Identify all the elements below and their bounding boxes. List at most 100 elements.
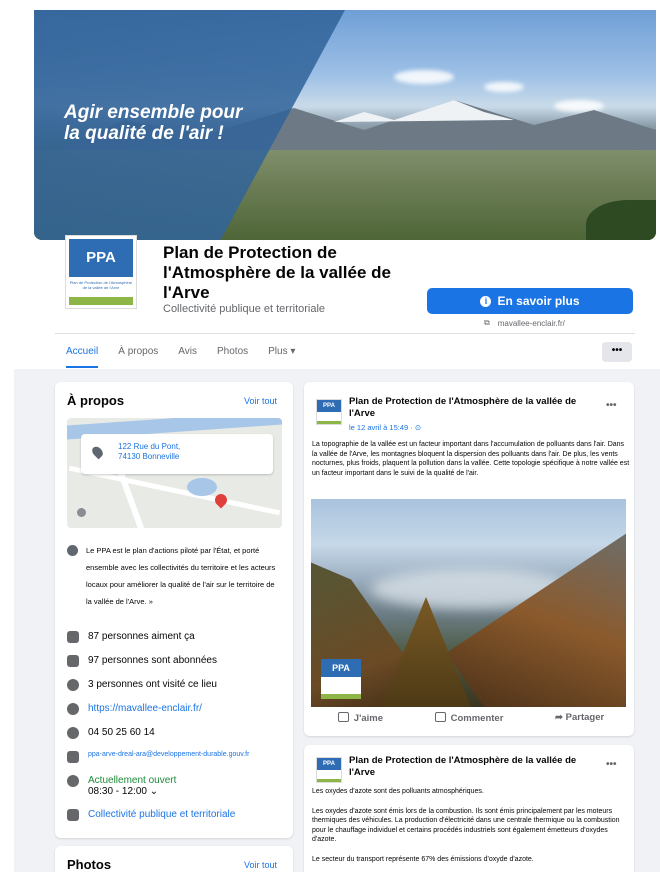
likes-count: 87 personnes aiment ça (88, 631, 195, 642)
clock-icon (67, 775, 79, 787)
page-category: Collectivité publique et territoriale (163, 303, 326, 315)
about-info-list: 87 personnes aiment ça 97 personnes sont… (67, 631, 287, 833)
checkins-count: 3 personnes ont visité ce lieu (88, 679, 217, 690)
post-options-icon[interactable]: ••• (606, 759, 617, 770)
comment-button[interactable]: Commenter (434, 712, 504, 724)
map-address: 122 Rue du Pont, 74130 Bonneville (118, 442, 180, 462)
website-link-label: mavallee-enclair.fr/ (497, 318, 565, 328)
cover-photo[interactable]: Agir ensemble pour la qualité de l'air ! (34, 10, 656, 240)
photos-card: Photos Voir tout (55, 846, 293, 872)
about-description-text: Le PPA est le plan d'actions piloté par … (86, 546, 276, 606)
map-address-card[interactable]: 122 Rue du Pont, 74130 Bonneville (81, 434, 273, 474)
logo-green-band (69, 297, 133, 305)
post-card: PPA Plan de Protection de l'Atmosphère d… (304, 745, 634, 872)
post-paragraph: Les oxydes d'azote sont émis lors de la … (312, 807, 620, 844)
category-link[interactable]: Collectivité publique et territoriale (88, 809, 235, 820)
avatar-green-band (317, 421, 341, 424)
page-title: Plan de Protection de l'Atmosphère de la… (163, 243, 391, 302)
post-avatar[interactable]: PPA (316, 757, 342, 783)
comment-label: Commenter (450, 713, 504, 724)
photos-see-all-link[interactable]: Voir tout (244, 860, 277, 870)
tab-accueil[interactable]: Accueil (66, 346, 99, 368)
post-text: Les oxydes d'azote sont des polluants at… (312, 787, 630, 872)
post-author[interactable]: Plan de Protection de l'Atmosphère de la… (349, 396, 594, 420)
share-button[interactable]: ➦ Partager (555, 712, 604, 724)
avatar-body (317, 412, 341, 421)
opening-hours-dropdown[interactable]: 08:30 - 12:00 ⌄ (88, 786, 158, 797)
like-label: J'aime (353, 713, 383, 724)
logo-abbr: PPA (69, 239, 133, 277)
address-line2: 74130 Bonneville (118, 452, 180, 461)
about-card: À propos Voir tout 122 Rue du Pont, 7413… (55, 382, 293, 838)
page-logo[interactable]: PPA Plan de Protection de l'Atmosphère d… (66, 236, 136, 308)
about-title: À propos (67, 393, 125, 408)
globe-icon (67, 703, 79, 715)
tab-avis[interactable]: Avis (178, 346, 197, 368)
post-actions: J'aime Commenter ➦ Partager (312, 712, 630, 724)
learn-more-button[interactable]: i En savoir plus (427, 288, 633, 314)
like-button[interactable]: J'aime (337, 712, 383, 724)
cover-slogan-line2: la qualité de l'air ! (64, 123, 224, 144)
website-url-link[interactable]: https://mavallee-enclair.fr/ (88, 703, 202, 714)
about-description: Le PPA est le plan d'actions piloté par … (67, 542, 279, 610)
about-see-all-link[interactable]: Voir tout (244, 396, 277, 406)
learn-more-label: En savoir plus (497, 294, 580, 308)
location-pin-icon (67, 679, 79, 691)
post-date[interactable]: le 12 avril à 15:49 · ⊙ (349, 423, 421, 432)
page-tabs: Accueil À propos Avis Photos Plus ▾ (66, 346, 315, 368)
hours-row: Actuellement ouvert 08:30 - 12:00 ⌄ (67, 775, 287, 809)
email-link[interactable]: ppa-arve-dreal-ara@developpement-durable… (88, 751, 249, 758)
external-link-icon: ⧉ (484, 318, 490, 327)
open-status: Actuellement ouvert (88, 775, 177, 786)
info-icon (67, 545, 78, 556)
image-logo-body (321, 677, 361, 694)
phone-number[interactable]: 04 50 25 60 14 (88, 727, 155, 738)
comment-icon (434, 712, 446, 722)
followers-count: 97 personnes sont abonnées (88, 655, 217, 666)
thumbs-up-icon (67, 631, 79, 643)
map-marker-icon (212, 491, 230, 509)
post-paragraph: Les oxydes d'azote sont des polluants at… (312, 788, 484, 795)
avatar-green-band (317, 779, 341, 782)
map-info-icon[interactable] (77, 508, 86, 517)
logo-subtitle: Plan de Protection de l'Atmosphère de la… (69, 277, 133, 297)
header-divider (55, 333, 635, 334)
image-ppa-logo: PPA (321, 659, 361, 699)
photos-title: Photos (67, 857, 112, 872)
cover-slogan-line1: Agir ensemble pour (64, 102, 243, 123)
tab-plus[interactable]: Plus ▾ (268, 346, 295, 368)
likes-row: 87 personnes aiment ça (67, 631, 287, 655)
checkins-row: 3 personnes ont visité ce lieu (67, 679, 287, 703)
category-icon (67, 809, 79, 821)
more-options-button[interactable]: ••• (602, 342, 632, 362)
image-logo-abbr: PPA (321, 659, 361, 677)
tab-a-propos[interactable]: À propos (118, 346, 158, 368)
location-map[interactable]: 122 Rue du Pont, 74130 Bonneville (67, 418, 282, 528)
phone-row: 04 50 25 60 14 (67, 727, 287, 751)
cover-cloud (394, 70, 454, 84)
image-logo-green-band (321, 694, 361, 699)
thumbs-up-icon (337, 712, 349, 722)
cover-slogan: Agir ensemble pour la qualité de l'air ! (64, 102, 242, 144)
tab-photos[interactable]: Photos (217, 346, 248, 368)
post-text: La topographie de la vallée est un facte… (312, 441, 630, 477)
category-row: Collectivité publique et territoriale (67, 809, 287, 833)
follow-icon (67, 655, 79, 667)
phone-icon (67, 727, 79, 739)
post-card: PPA Plan de Protection de l'Atmosphère d… (304, 382, 634, 736)
post-author[interactable]: Plan de Protection de l'Atmosphère de la… (349, 755, 594, 779)
post-paragraph: Le secteur du transport représente 67% d… (312, 855, 534, 863)
avatar-body (317, 770, 341, 779)
followers-row: 97 personnes sont abonnées (67, 655, 287, 679)
email-row: ppa-arve-dreal-ara@developpement-durable… (67, 751, 287, 775)
share-icon: ➦ (555, 712, 566, 723)
info-icon: i (480, 295, 492, 307)
post-avatar[interactable]: PPA (316, 399, 342, 425)
post-options-icon[interactable]: ••• (606, 400, 617, 411)
image-mountain-right (446, 527, 626, 707)
post-image[interactable]: PPA (311, 499, 626, 707)
avatar-abbr: PPA (317, 400, 341, 412)
location-pin-icon (90, 444, 105, 460)
avatar-abbr: PPA (317, 758, 341, 770)
website-link[interactable]: ⧉ mavallee-enclair.fr/ (484, 318, 565, 328)
